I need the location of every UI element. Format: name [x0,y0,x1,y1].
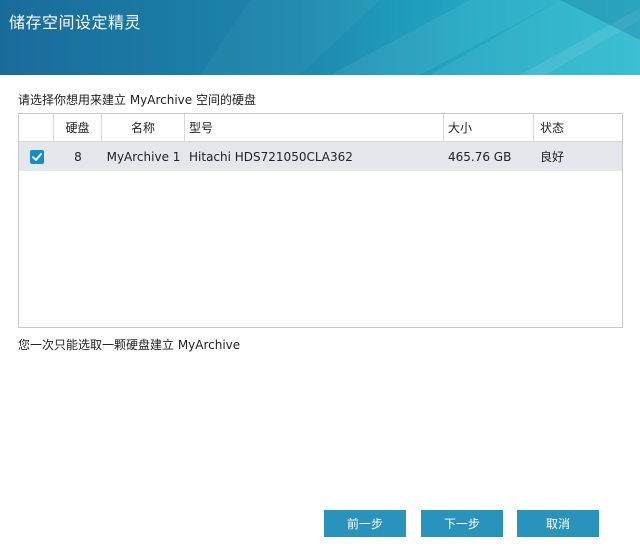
cell-disk: 8 [74,149,82,164]
column-header-status[interactable]: 状态 [534,114,622,141]
cell-size: 465.76 GB [448,149,512,164]
cancel-button[interactable]: 取消 [517,510,599,537]
row-select-cell[interactable] [19,142,54,171]
column-header-disk[interactable]: 硬盘 [54,114,102,141]
instruction-text: 请选择你想用来建立 MyArchive 空间的硬盘 [18,93,256,107]
column-header-select [19,114,54,141]
wizard-header: 储存空间设定精灵 [0,0,640,75]
cell-name: MyArchive 1 [106,149,181,164]
cell-status: 良好 [540,150,565,164]
table-row[interactable]: 8 MyArchive 1 Hitachi HDS721050CLA362 46… [19,142,622,171]
cell-model: Hitachi HDS721050CLA362 [189,149,353,164]
disk-table: 硬盘 名称 型号 大小 状态 8 MyArchive 1 Hitachi HDS… [18,113,623,328]
checkmark-icon [31,152,42,161]
column-header-size[interactable]: 大小 [444,114,534,141]
selection-note: 您一次只能选取一颗硬盘建立 MyArchive [18,338,241,352]
next-button[interactable]: 下一步 [421,510,503,537]
column-header-model[interactable]: 型号 [185,114,444,141]
column-header-name[interactable]: 名称 [102,114,185,141]
row-checkbox[interactable] [29,149,44,164]
previous-button[interactable]: 前一步 [324,510,406,537]
table-header: 硬盘 名称 型号 大小 状态 [19,114,622,142]
wizard-title: 储存空间设定精灵 [9,13,142,32]
